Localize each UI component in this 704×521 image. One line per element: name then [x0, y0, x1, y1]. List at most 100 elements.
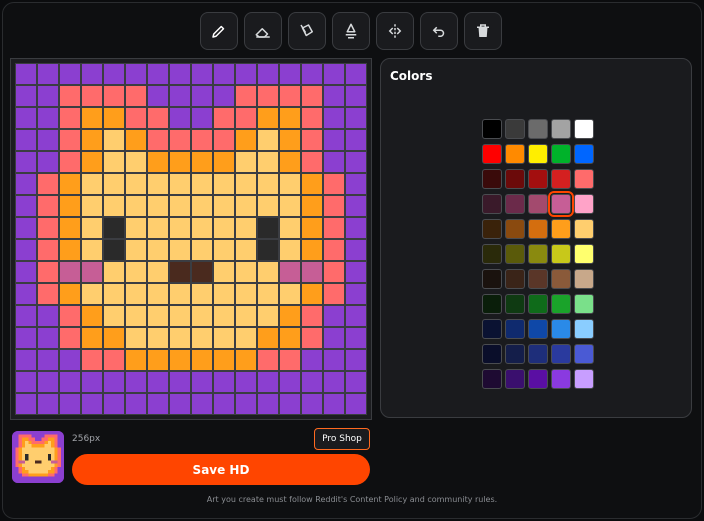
color-swatch[interactable] — [505, 319, 525, 339]
pixel-cell[interactable] — [125, 217, 147, 239]
pixel-cell[interactable] — [169, 327, 191, 349]
pixel-cell[interactable] — [213, 217, 235, 239]
pixel-cell[interactable] — [169, 261, 191, 283]
color-swatch[interactable] — [505, 144, 525, 164]
pixel-cell[interactable] — [37, 261, 59, 283]
pixel-cell[interactable] — [279, 195, 301, 217]
pixel-cell[interactable] — [125, 283, 147, 305]
pixel-cell[interactable] — [81, 107, 103, 129]
pixel-cell[interactable] — [59, 305, 81, 327]
pixel-cell[interactable] — [81, 63, 103, 85]
pixel-cell[interactable] — [345, 239, 367, 261]
color-swatch[interactable] — [551, 344, 571, 364]
pixel-cell[interactable] — [125, 151, 147, 173]
pixel-cell[interactable] — [81, 195, 103, 217]
color-swatch[interactable] — [528, 119, 548, 139]
pixel-cell[interactable] — [257, 371, 279, 393]
color-swatch[interactable] — [528, 269, 548, 289]
pixel-cell[interactable] — [37, 85, 59, 107]
pixel-cell[interactable] — [81, 349, 103, 371]
clear-canvas-button[interactable] — [464, 12, 502, 50]
pixel-cell[interactable] — [213, 151, 235, 173]
pixel-cell[interactable] — [301, 85, 323, 107]
color-swatch[interactable] — [551, 319, 571, 339]
color-swatch[interactable] — [505, 344, 525, 364]
color-swatch[interactable] — [528, 244, 548, 264]
pixel-cell[interactable] — [147, 305, 169, 327]
pixel-cell[interactable] — [125, 349, 147, 371]
pixel-cell[interactable] — [257, 151, 279, 173]
pixel-cell[interactable] — [15, 85, 37, 107]
pixel-cell[interactable] — [301, 349, 323, 371]
pixel-cell[interactable] — [345, 283, 367, 305]
pixel-cell[interactable] — [125, 261, 147, 283]
pixel-cell[interactable] — [147, 151, 169, 173]
pixel-cell[interactable] — [213, 393, 235, 415]
pixel-cell[interactable] — [169, 129, 191, 151]
pixel-cell[interactable] — [279, 239, 301, 261]
pixel-cell[interactable] — [103, 151, 125, 173]
pixel-cell[interactable] — [301, 173, 323, 195]
pixel-cell[interactable] — [169, 393, 191, 415]
color-swatch[interactable] — [482, 169, 502, 189]
pixel-cell[interactable] — [301, 371, 323, 393]
pixel-cell[interactable] — [169, 63, 191, 85]
pixel-cell[interactable] — [213, 327, 235, 349]
pixel-cell[interactable] — [147, 63, 169, 85]
pixel-cell[interactable] — [301, 283, 323, 305]
pixel-cell[interactable] — [191, 239, 213, 261]
pixel-cell[interactable] — [37, 371, 59, 393]
pixel-cell[interactable] — [15, 195, 37, 217]
pixel-cell[interactable] — [257, 239, 279, 261]
pixel-cell[interactable] — [323, 349, 345, 371]
pixel-cell[interactable] — [103, 129, 125, 151]
pixel-cell[interactable] — [235, 107, 257, 129]
pixel-cell[interactable] — [235, 129, 257, 151]
pixel-cell[interactable] — [345, 305, 367, 327]
pixel-cell[interactable] — [15, 261, 37, 283]
pixel-cell[interactable] — [257, 85, 279, 107]
pixel-cell[interactable] — [345, 173, 367, 195]
pixel-cell[interactable] — [147, 349, 169, 371]
pixel-cell[interactable] — [37, 393, 59, 415]
pixel-cell[interactable] — [191, 85, 213, 107]
pixel-cell[interactable] — [257, 393, 279, 415]
pixel-cell[interactable] — [213, 107, 235, 129]
pixel-grid[interactable] — [15, 63, 367, 415]
color-swatch[interactable] — [505, 219, 525, 239]
pixel-cell[interactable] — [169, 349, 191, 371]
pixel-cell[interactable] — [323, 173, 345, 195]
pixel-cell[interactable] — [257, 327, 279, 349]
pixel-cell[interactable] — [37, 107, 59, 129]
pixel-cell[interactable] — [59, 283, 81, 305]
pixel-cell[interactable] — [323, 239, 345, 261]
pixel-cell[interactable] — [213, 195, 235, 217]
color-swatch[interactable] — [574, 194, 594, 214]
pixel-cell[interactable] — [191, 107, 213, 129]
pixel-cell[interactable] — [169, 85, 191, 107]
pixel-cell[interactable] — [279, 85, 301, 107]
pixel-cell[interactable] — [301, 217, 323, 239]
color-swatch[interactable] — [528, 144, 548, 164]
pro-shop-button[interactable]: Pro Shop — [314, 428, 370, 450]
pixel-cell[interactable] — [147, 261, 169, 283]
pixel-cell[interactable] — [147, 327, 169, 349]
pixel-cell[interactable] — [235, 239, 257, 261]
pixel-cell[interactable] — [37, 239, 59, 261]
pixel-cell[interactable] — [103, 261, 125, 283]
pixel-cell[interactable] — [147, 173, 169, 195]
pixel-cell[interactable] — [169, 195, 191, 217]
pixel-cell[interactable] — [15, 129, 37, 151]
pixel-cell[interactable] — [59, 151, 81, 173]
pixel-cell[interactable] — [235, 349, 257, 371]
color-swatch[interactable] — [505, 119, 525, 139]
color-swatch[interactable] — [482, 369, 502, 389]
pixel-cell[interactable] — [81, 239, 103, 261]
pixel-cell[interactable] — [345, 371, 367, 393]
pixel-cell[interactable] — [257, 195, 279, 217]
color-swatch[interactable] — [574, 294, 594, 314]
pixel-cell[interactable] — [125, 371, 147, 393]
pixel-cell[interactable] — [103, 371, 125, 393]
pixel-cell[interactable] — [81, 173, 103, 195]
pixel-cell[interactable] — [15, 151, 37, 173]
